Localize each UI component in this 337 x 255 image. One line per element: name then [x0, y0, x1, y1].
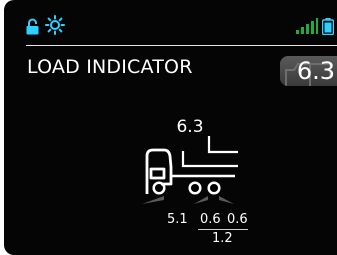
- page-title: LOAD INDICATOR: [27, 56, 193, 78]
- signal-strength-icon: [296, 18, 318, 34]
- rear-axle-2-load: 0.6: [227, 212, 248, 227]
- rear-axle-1-load: 0.6: [200, 212, 221, 227]
- header-divider: [26, 45, 337, 46]
- wheels: [152, 181, 221, 195]
- load-indicator-screen: LOAD INDICATOR 6.3 6.3 5.1 0.6 0.6 1.2: [4, 0, 337, 255]
- status-bar: [4, 0, 337, 42]
- lock-icon: [26, 18, 39, 35]
- cargo-body-outline: [181, 136, 238, 168]
- battery-icon: [322, 18, 334, 35]
- truck-diagram: [142, 136, 238, 204]
- rear-group-divider: [198, 229, 248, 230]
- total-load-value: 6.3: [296, 57, 335, 85]
- truck-cab-icon: [145, 148, 173, 194]
- axle-markers: [142, 196, 234, 204]
- sun-icon: [45, 15, 65, 35]
- front-axle-load: 5.1: [167, 212, 188, 227]
- total-load-badge: 6.3: [280, 56, 337, 86]
- cargo-load-value: 6.3: [176, 117, 204, 137]
- rear-group-total: 1.2: [212, 231, 233, 246]
